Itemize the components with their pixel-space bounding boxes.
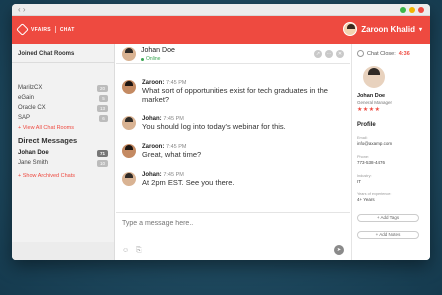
avatar [122,116,136,130]
user-name: Zaroon Khalid [361,24,415,34]
profile-section-title: Profile [357,122,376,128]
titlebar: ‹ › [12,4,430,16]
message-composer: ☺ ⎘ ➤ [116,212,350,260]
avatar [122,47,136,61]
message-text: What sort of opportunities exist for tec… [142,86,328,104]
message-text: You should log into today's webinar for … [142,122,286,131]
industry-value: IT [357,179,361,184]
rating-stars: ★★★★ [357,107,381,113]
sidebar: Joined Chat Rooms MarilzCX 20 eGain 5 Or… [12,44,115,260]
room-name: MarilzCX [18,85,43,91]
add-tags-button[interactable]: + Add Tags [357,214,419,222]
room-name: eGain [18,95,35,101]
nav-arrows[interactable]: ‹ › [18,4,26,16]
contact-name: Johan Doe [141,47,175,54]
maximize-button[interactable] [409,7,415,13]
industry-label: Industry: [357,174,372,178]
message-item: Johan: 7:45 PM You should log into today… [122,116,347,131]
share-button[interactable]: ↗ [314,50,322,58]
chat-panel: Johan Doe Online ↗ ⋯ ✕ Zaroon: 7:45 PM W… [116,44,350,260]
chat-window: ‹ › VFAIRS CHAT Zaroon Khalid ▾ Joined C… [12,4,430,260]
chat-actions: ↗ ⋯ ✕ [314,50,344,58]
profile-panel: Chat Close: 4:36 Johan Doe General Manag… [351,44,430,260]
divider [54,26,56,33]
app-header: VFAIRS CHAT Zaroon Khalid ▾ [12,16,430,44]
brand-name: VFAIRS [31,26,51,33]
composer-tools: ☺ ⎘ [122,247,144,255]
sidebar-item-egain[interactable]: eGain 5 [12,93,114,103]
attachment-icon[interactable]: ⎘ [136,247,144,255]
status-text: Online [146,56,161,62]
direct-messages-heading: Direct Messages [18,136,78,145]
unread-badge: 20 [96,84,108,92]
emoji-icon[interactable]: ☺ [122,247,130,255]
message-input[interactable] [122,220,322,227]
phone-value: 773-538-4476 [357,160,386,165]
window-controls [400,7,424,13]
avatar [122,172,136,186]
joined-rooms-heading: Joined Chat Rooms [12,44,114,63]
sidebar-item-sap[interactable]: SAP 6 [12,113,114,123]
unread-badge: 6 [99,114,108,122]
message-item: Johan: 7:45 PM At 2pm EST. See you there… [122,172,347,187]
chat-close-timer: Chat Close: 4:36 [357,50,410,57]
logo-icon [16,23,29,36]
chevron-down-icon: ▾ [418,26,422,33]
unread-badge: 10 [96,159,108,167]
sidebar-item-marilzcx[interactable]: MarilzCX 20 [12,83,114,93]
phone-label: Phone: [357,155,370,159]
dm-name: Jane Smith [18,160,49,166]
avatar [363,66,385,88]
message-item: Zaroon: 7:45 PM Great, what time? [122,144,347,159]
status-indicator: Online [141,56,160,62]
sidebar-item-jane-smith[interactable]: Jane Smith 10 [12,158,114,168]
chat-header: Johan Doe Online ↗ ⋯ ✕ [116,44,350,64]
clock-icon [357,50,364,57]
sidebar-item-oracle-cx[interactable]: Oracle CX 13 [12,103,114,113]
room-name: SAP [18,115,31,121]
dm-name: Johan Doe [18,150,49,156]
unread-badge: 13 [96,104,108,112]
minimize-button[interactable] [400,7,406,13]
close-chat-button[interactable]: ✕ [336,50,344,58]
email-label: Email: [357,136,368,140]
chat-close-time: 4:36 [398,50,410,57]
sidebar-footer [12,242,114,260]
show-archived-link[interactable]: + Show Archived Chats [12,171,114,181]
message-item: Zaroon: 7:45 PM What sort of opportuniti… [122,80,347,104]
unread-badge: 71 [96,149,108,157]
avatar [122,144,136,158]
brand-logo: VFAIRS CHAT [16,23,75,36]
chat-close-label: Chat Close: [367,50,396,57]
unread-badge: 5 [99,94,108,102]
profile-name: Johan Doe [357,93,386,99]
user-menu[interactable]: Zaroon Khalid ▾ [343,22,422,36]
message-text: At 2pm EST. See you there. [142,178,235,187]
room-name: Oracle CX [18,105,46,111]
room-list: MarilzCX 20 eGain 5 Oracle CX 13 SAP 6 [12,83,114,123]
product-name: CHAT [59,26,75,33]
email-value: info@axamp.com [357,141,393,146]
message-text: Great, what time? [142,150,202,159]
sidebar-item-johan-doe[interactable]: Johan Doe 71 [12,148,114,158]
experience-label: Years of experience: [357,192,392,196]
more-button[interactable]: ⋯ [325,50,333,58]
avatar [343,22,358,36]
avatar [122,80,136,94]
add-notes-button[interactable]: + Add Notes [357,231,419,239]
close-button[interactable] [418,7,424,13]
profile-role: General Manager [357,100,393,105]
view-all-rooms-link[interactable]: + View All Chat Rooms [12,123,114,133]
send-button[interactable]: ➤ [334,245,344,255]
online-dot-icon [141,57,144,61]
experience-value: 4+ Years [357,197,375,202]
